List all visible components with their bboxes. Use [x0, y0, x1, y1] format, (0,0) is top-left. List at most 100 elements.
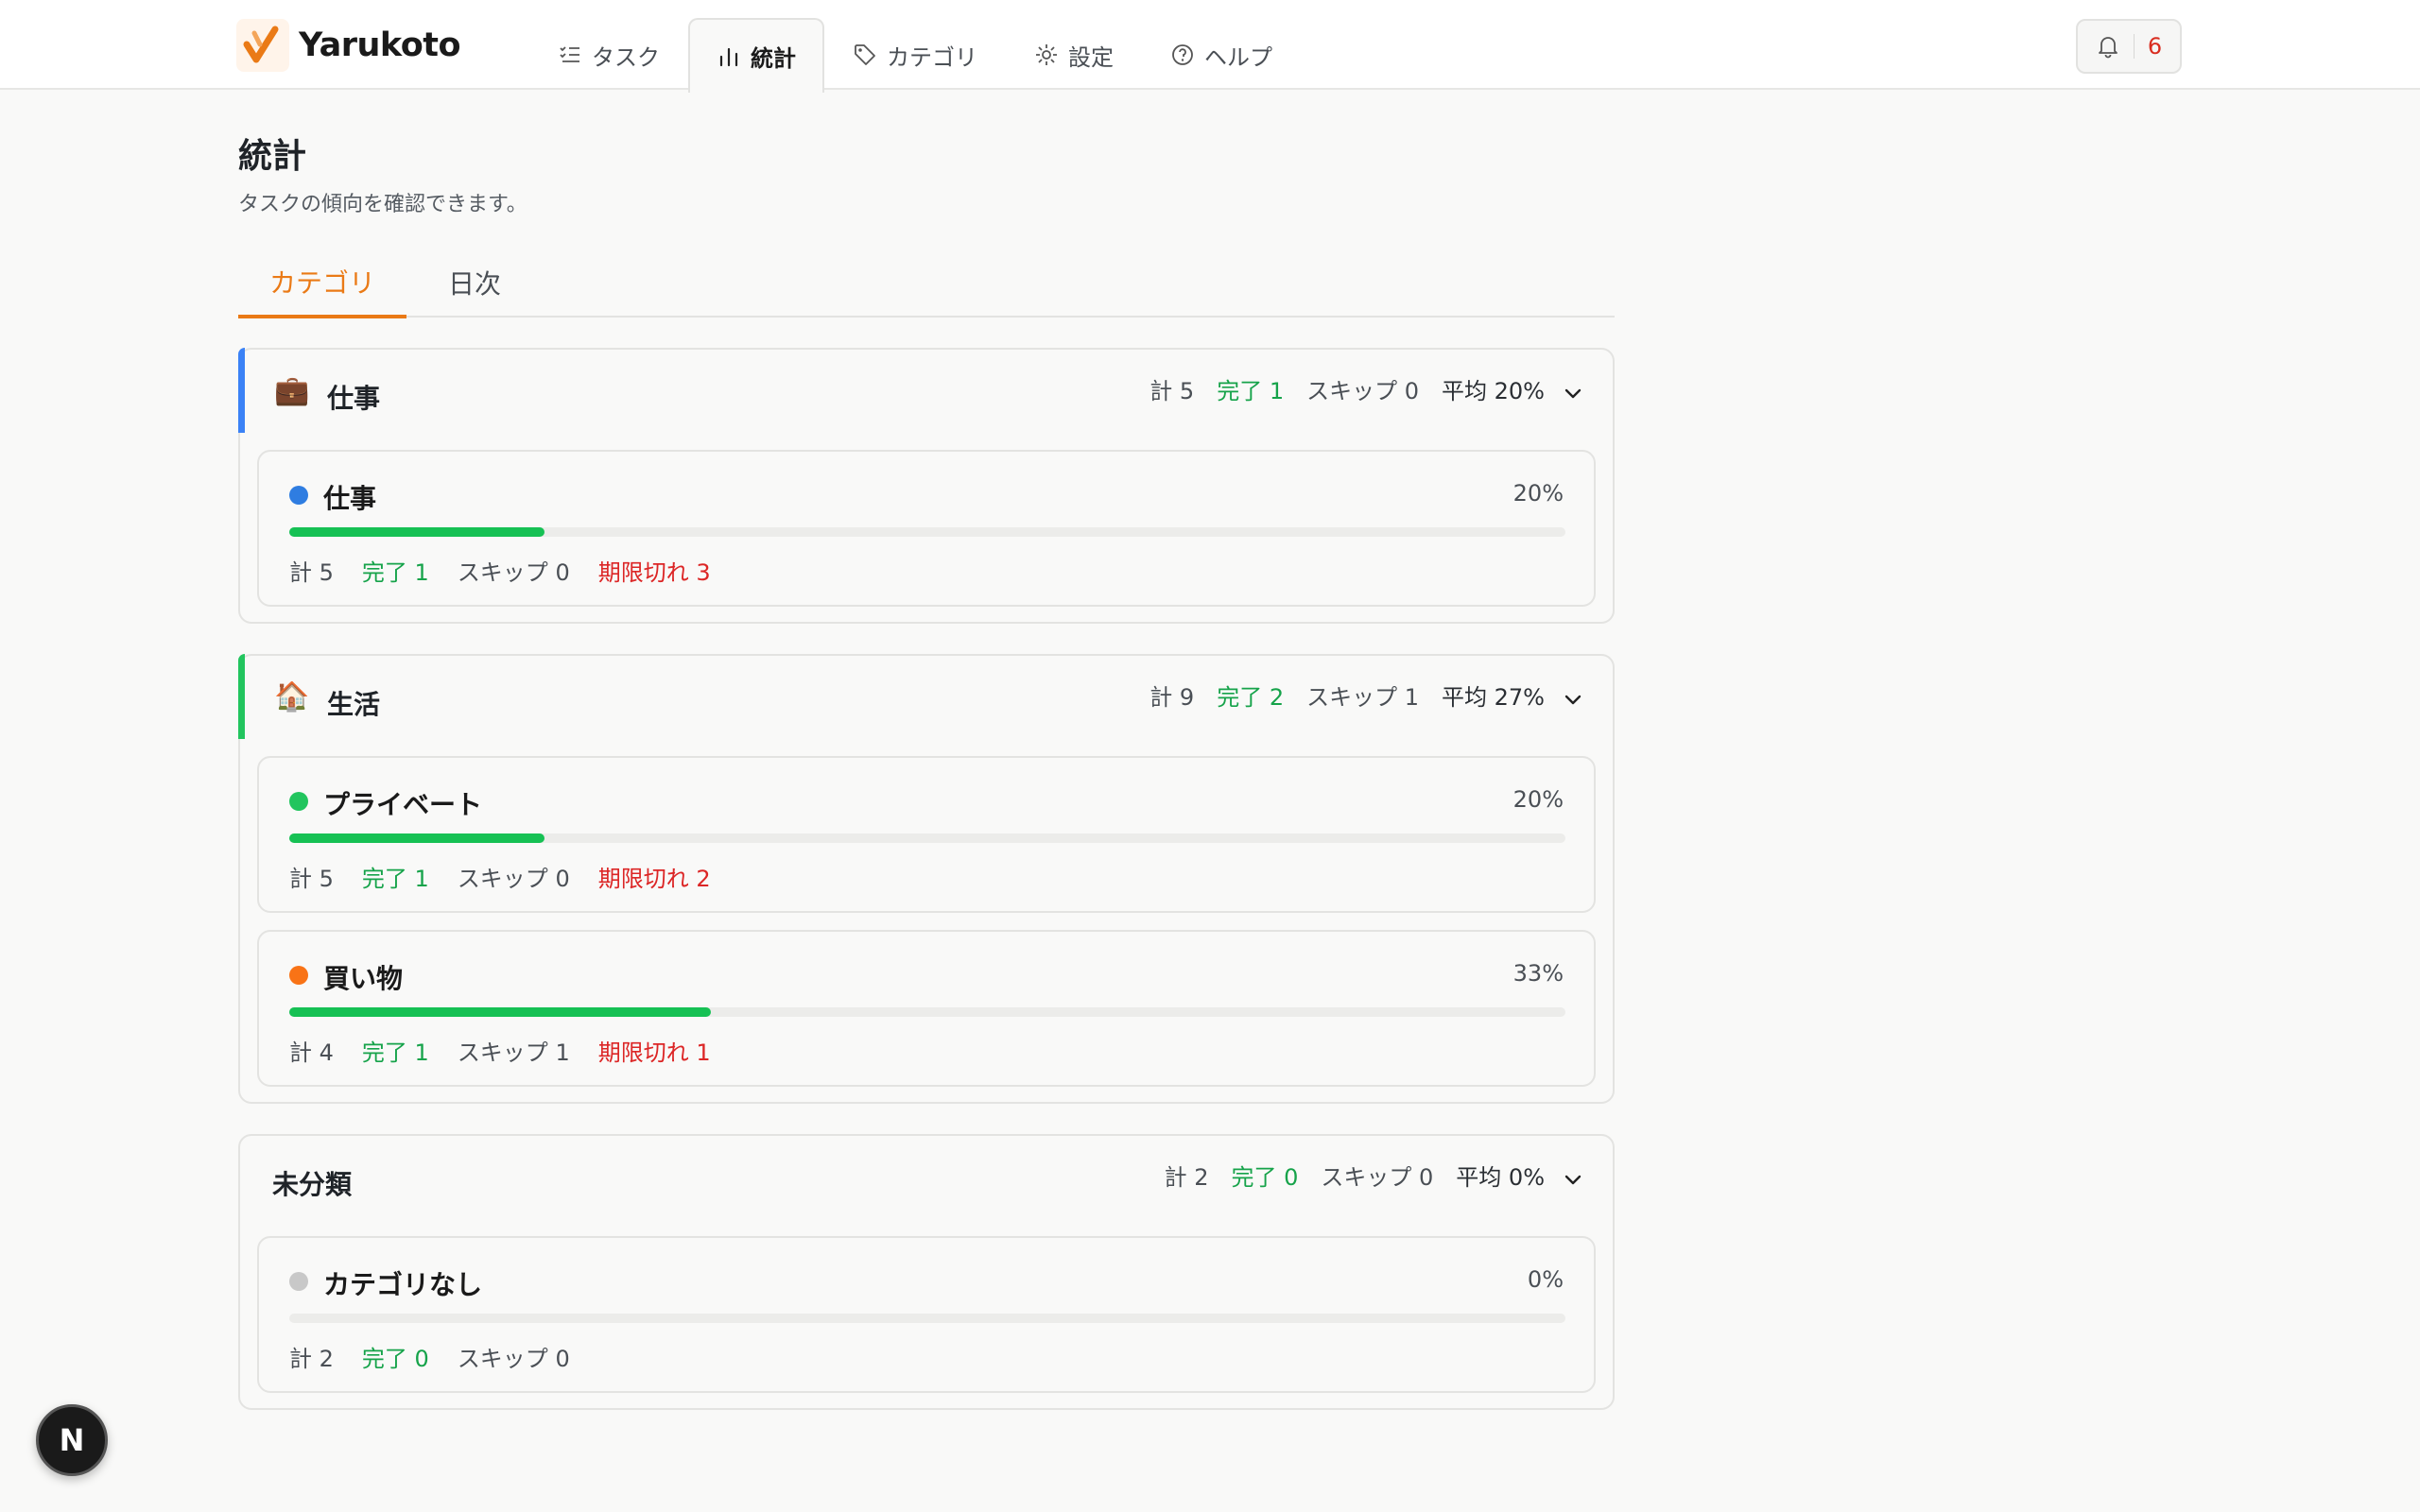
stat-done: 完了 1: [361, 559, 429, 586]
subcategory-card[interactable]: 買い物 33% 計 4 完了 1 スキップ 1 期限切れ 1: [257, 930, 1596, 1087]
group-done: 完了 2: [1217, 684, 1285, 711]
subcategory-name: 買い物: [323, 963, 404, 994]
bell-icon: [2098, 37, 2118, 59]
stat-done: 完了 1: [361, 866, 429, 892]
notification-count: 6: [2147, 33, 2163, 60]
stat-skip: スキップ 1: [457, 1040, 570, 1066]
chevron-down-icon[interactable]: [1560, 380, 1586, 406]
group-done: 完了 1: [1217, 378, 1285, 404]
group-name: 仕事: [327, 383, 381, 414]
stat-skip: スキップ 0: [457, 559, 570, 586]
stat-done: 完了 1: [361, 1040, 429, 1066]
progress-track: [289, 1314, 1565, 1323]
group-total: 計 2: [1164, 1164, 1209, 1191]
progress-track: [289, 527, 1565, 537]
group-total: 計 5: [1150, 378, 1195, 404]
main-nav: タスク 統計 カテゴリ 設定 ヘルプ: [529, 17, 1301, 93]
app-name: Yarukoto: [299, 26, 461, 64]
briefcase-icon: 💼: [274, 374, 310, 407]
bar-chart-icon: [719, 47, 738, 66]
chevron-down-icon[interactable]: [1560, 1166, 1586, 1193]
group-total: 計 9: [1150, 684, 1195, 711]
stat-total: 計 5: [289, 866, 334, 892]
divider: [2133, 34, 2135, 59]
nav-categories[interactable]: カテゴリ: [824, 17, 1006, 91]
subcategory-stats: 計 4 完了 1 スキップ 1 期限切れ 1: [289, 1034, 711, 1067]
tab-category[interactable]: カテゴリ: [238, 248, 406, 318]
group-stats: 計 9 完了 2 スキップ 1 平均 27%: [1150, 679, 1545, 712]
subcategory-percent: 20%: [1512, 480, 1564, 507]
chevron-down-icon[interactable]: [1560, 686, 1586, 713]
group-header[interactable]: 🏠 生活 計 9 完了 2 スキップ 1 平均 27%: [240, 656, 1613, 741]
nav-stats-label: 統計: [751, 45, 796, 72]
nav-help[interactable]: ヘルプ: [1142, 17, 1301, 91]
page-title: 統計: [238, 137, 307, 176]
group-avg: 平均 0%: [1456, 1164, 1545, 1191]
nav-help-label: ヘルプ: [1204, 43, 1272, 71]
nav-settings[interactable]: 設定: [1006, 17, 1142, 91]
category-color-dot: [289, 792, 308, 811]
progress-fill: [289, 1007, 711, 1017]
house-icon: 🏠: [274, 680, 310, 713]
category-color-dot: [289, 1272, 308, 1291]
nav-stats[interactable]: 統計: [688, 18, 824, 93]
subcategory-card[interactable]: 仕事 20% 計 5 完了 1 スキップ 0 期限切れ 3: [257, 450, 1596, 607]
nav-tasks[interactable]: タスク: [529, 17, 688, 91]
subcategory-percent: 20%: [1512, 786, 1564, 813]
group-avg: 平均 20%: [1442, 378, 1545, 404]
progress-fill: [289, 527, 544, 537]
subcategory-name: カテゴリなし: [323, 1269, 483, 1300]
category-group-uncategorized: 未分類 計 2 完了 0 スキップ 0 平均 0% カテゴリなし 0% 計 2 …: [238, 1134, 1615, 1410]
subcategory-card[interactable]: プライベート 20% 計 5 完了 1 スキップ 0 期限切れ 2: [257, 756, 1596, 913]
group-header[interactable]: 未分類 計 2 完了 0 スキップ 0 平均 0%: [240, 1136, 1613, 1221]
subcategory-stats: 計 5 完了 1 スキップ 0 期限切れ 3: [289, 554, 711, 587]
stat-overdue: 期限切れ 2: [597, 866, 711, 892]
subcategory-name: プライベート: [323, 789, 483, 820]
page-subtitle: タスクの傾向を確認できます。: [238, 193, 527, 216]
category-group-life: 🏠 生活 計 9 完了 2 スキップ 1 平均 27% プライベート 20% 計…: [238, 654, 1615, 1104]
subcategory-name: 仕事: [323, 483, 377, 514]
group-avg: 平均 27%: [1442, 684, 1545, 711]
stat-skip: スキップ 0: [457, 1346, 570, 1372]
nav-categories-label: カテゴリ: [887, 43, 977, 71]
list-check-icon: [560, 46, 579, 62]
subcategory-stats: 計 2 完了 0 スキップ 0: [289, 1340, 570, 1373]
stat-skip: スキップ 0: [457, 866, 570, 892]
group-skip: スキップ 0: [1306, 378, 1420, 404]
category-color-dot: [289, 486, 308, 505]
group-header[interactable]: 💼 仕事 計 5 完了 1 スキップ 0 平均 20%: [240, 350, 1613, 435]
nav-settings-label: 設定: [1068, 43, 1114, 71]
group-name: 生活: [327, 689, 381, 720]
help-circle-icon: [1172, 44, 1193, 65]
stats-tabs: カテゴリ 日次: [238, 248, 1615, 318]
group-skip: スキップ 1: [1306, 684, 1420, 711]
subcategory-percent: 0%: [1527, 1266, 1564, 1293]
group-stats: 計 2 完了 0 スキップ 0 平均 0%: [1165, 1159, 1545, 1192]
app-logo[interactable]: Yarukoto: [236, 19, 461, 72]
stat-total: 計 5: [289, 559, 334, 586]
tag-icon: [855, 44, 875, 65]
category-group-work: 💼 仕事 計 5 完了 1 スキップ 0 平均 20% 仕事 20% 計 5 完…: [238, 348, 1615, 624]
stat-overdue: 期限切れ 1: [597, 1040, 711, 1066]
tab-daily[interactable]: 日次: [427, 248, 522, 318]
group-done: 完了 0: [1231, 1164, 1299, 1191]
progress-track: [289, 1007, 1565, 1017]
category-color-dot: [289, 966, 308, 985]
gear-icon: [1036, 44, 1057, 65]
stat-overdue: 期限切れ 3: [597, 559, 711, 586]
progress-track: [289, 833, 1565, 843]
subcategory-stats: 計 5 完了 1 スキップ 0 期限切れ 2: [289, 860, 711, 893]
dev-tools-button[interactable]: N: [36, 1404, 108, 1476]
notifications-button[interactable]: 6: [2076, 19, 2182, 74]
check-logo-icon: [236, 19, 289, 72]
group-stats: 計 5 完了 1 スキップ 0 平均 20%: [1150, 372, 1545, 405]
stat-done: 完了 0: [361, 1346, 429, 1372]
nav-tasks-label: タスク: [592, 43, 660, 71]
stat-total: 計 2: [289, 1346, 334, 1372]
subcategory-card[interactable]: カテゴリなし 0% 計 2 完了 0 スキップ 0: [257, 1236, 1596, 1393]
subcategory-percent: 33%: [1512, 960, 1564, 987]
group-skip: スキップ 0: [1321, 1164, 1434, 1191]
stat-total: 計 4: [289, 1040, 334, 1066]
app-header: Yarukoto タスク 統計 カテゴリ 設定 ヘルプ 6: [0, 0, 2420, 93]
progress-fill: [289, 833, 544, 843]
